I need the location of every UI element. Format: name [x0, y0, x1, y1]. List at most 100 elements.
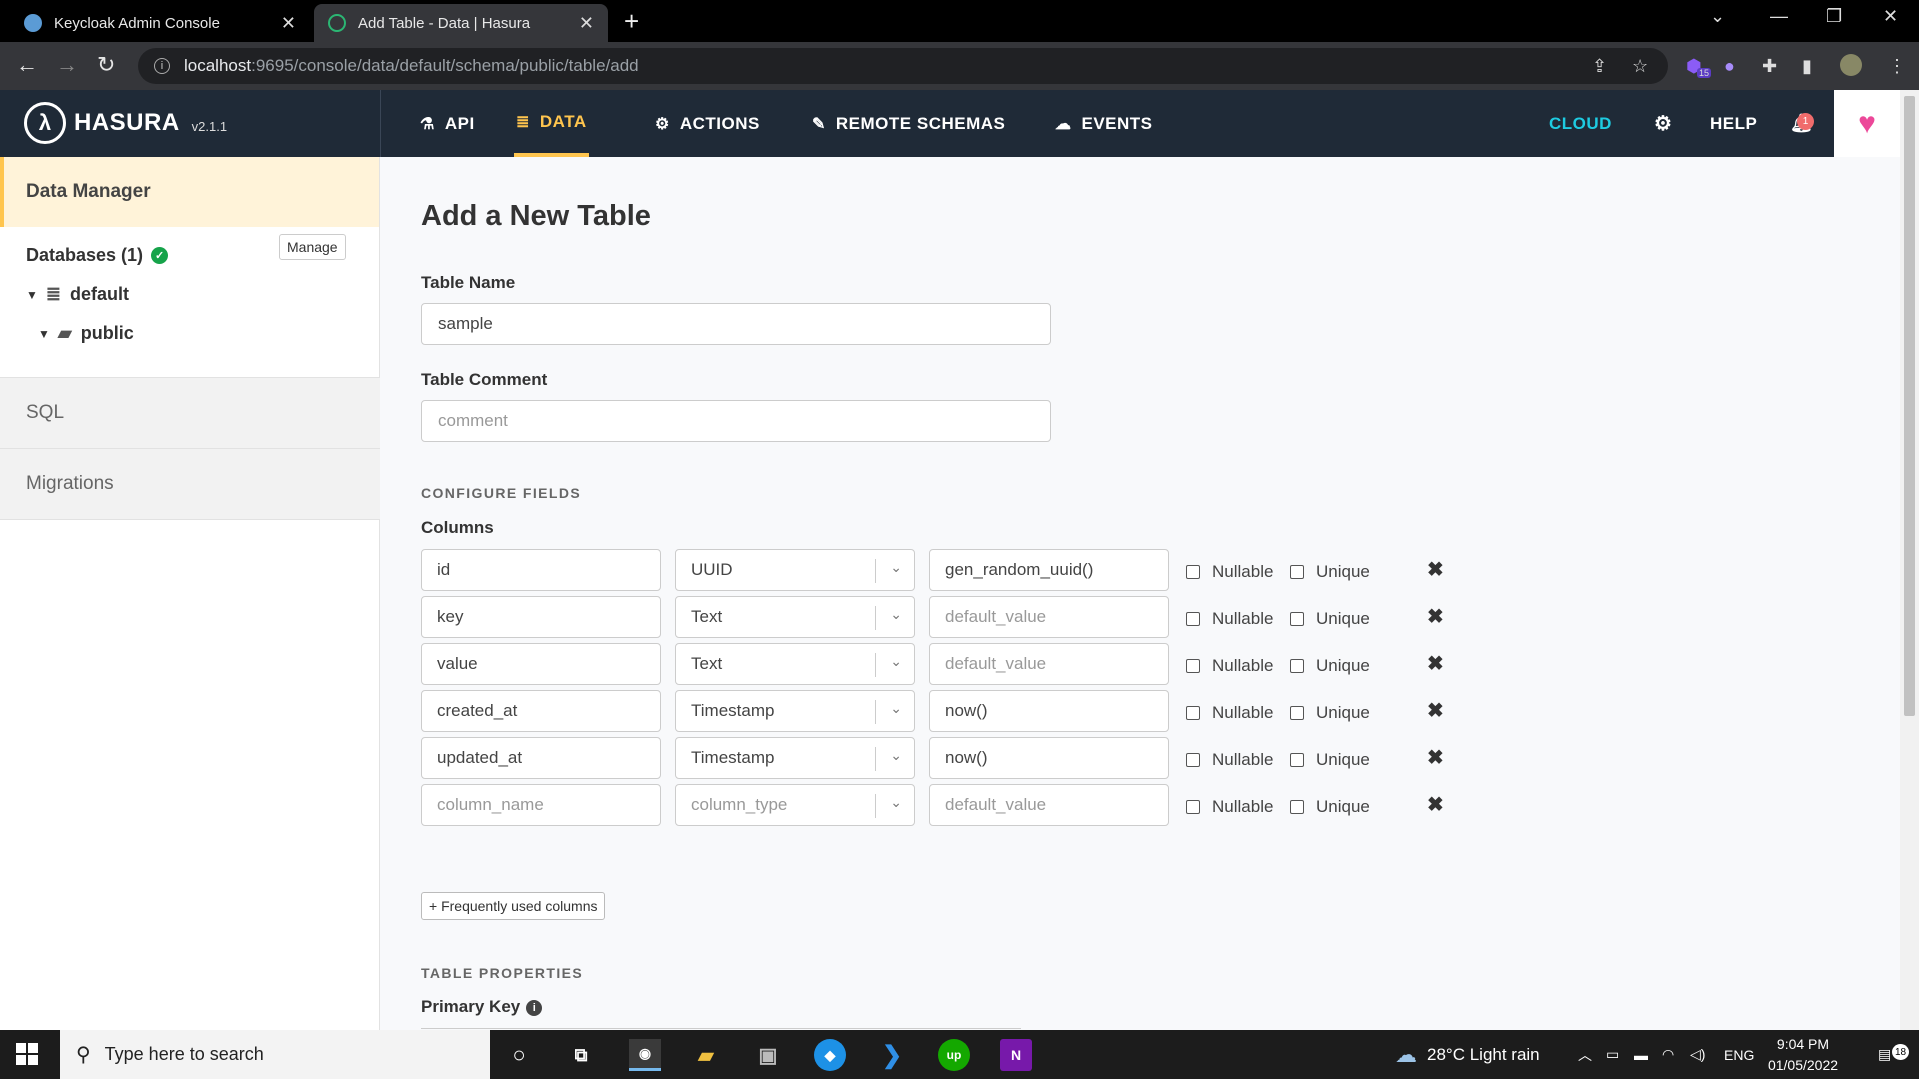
- unique-checkbox[interactable]: Unique: [1290, 656, 1370, 676]
- share-icon[interactable]: ⇪: [1592, 56, 1607, 77]
- browser-tab-keycloak[interactable]: Keycloak Admin Console ✕: [10, 4, 310, 42]
- chrome-app-icon[interactable]: ◉: [629, 1039, 661, 1071]
- column-type-select[interactable]: Text ⌄: [675, 643, 915, 685]
- bookmark-star-icon[interactable]: ☆: [1632, 56, 1648, 77]
- column-default-input[interactable]: now(): [929, 690, 1169, 732]
- weather-widget[interactable]: ☁ 28°C Light rain: [1395, 1030, 1540, 1079]
- checkbox-box[interactable]: [1186, 706, 1200, 720]
- cortana-icon[interactable]: ○: [503, 1039, 535, 1071]
- extension-icon[interactable]: ●: [1724, 56, 1735, 77]
- windows-start-icon[interactable]: [16, 1043, 38, 1065]
- scrollbar-thumb[interactable]: [1904, 96, 1915, 716]
- column-type-select[interactable]: column_type ⌄: [675, 784, 915, 826]
- nav-remote-schemas[interactable]: ✎ REMOTE SCHEMAS: [812, 90, 1005, 157]
- column-name-input[interactable]: created_at: [421, 690, 661, 732]
- language-indicator[interactable]: ENG: [1724, 1030, 1754, 1079]
- sidebar-icon[interactable]: ▮: [1802, 56, 1812, 77]
- heart-icon[interactable]: ♥: [1834, 90, 1900, 157]
- chevron-down-icon[interactable]: ⌄: [890, 794, 902, 811]
- chevron-down-icon[interactable]: ⌄: [890, 700, 902, 717]
- new-tab-icon[interactable]: +: [624, 6, 639, 37]
- column-type-select[interactable]: Timestamp ⌄: [675, 737, 915, 779]
- nullable-checkbox[interactable]: Nullable: [1186, 656, 1273, 676]
- nullable-checkbox[interactable]: Nullable: [1186, 703, 1273, 723]
- tree-item-public[interactable]: ▼ ▰ public: [38, 323, 134, 344]
- nav-data[interactable]: ≣ DATA: [514, 90, 589, 157]
- volume-icon[interactable]: ◁): [1690, 1030, 1705, 1079]
- tree-item-default[interactable]: ▼ ≣ default: [26, 284, 129, 305]
- nullable-checkbox[interactable]: Nullable: [1186, 750, 1273, 770]
- page-scrollbar[interactable]: [1900, 90, 1919, 1030]
- column-name-input[interactable]: updated_at: [421, 737, 661, 779]
- nullable-checkbox[interactable]: Nullable: [1186, 562, 1273, 582]
- chevron-down-icon[interactable]: ⌄: [890, 559, 902, 576]
- menu-kebab-icon[interactable]: ⋮: [1888, 56, 1906, 77]
- sidebar-item-sql[interactable]: SQL: [0, 378, 380, 448]
- column-default-input[interactable]: default_value: [929, 784, 1169, 826]
- reload-icon[interactable]: ↻: [97, 52, 115, 78]
- checkbox-box[interactable]: [1290, 565, 1304, 579]
- onenote-icon[interactable]: N: [1000, 1039, 1032, 1071]
- table-comment-input[interactable]: comment: [421, 400, 1051, 442]
- remove-column-icon[interactable]: ✖: [1427, 745, 1444, 770]
- checkbox-box[interactable]: [1186, 800, 1200, 814]
- site-info-icon[interactable]: i: [154, 58, 170, 74]
- address-bar[interactable]: i localhost :9695/console/data/default/s…: [138, 48, 1668, 84]
- checkbox-box[interactable]: [1290, 706, 1304, 720]
- unique-checkbox[interactable]: Unique: [1290, 797, 1370, 817]
- restore-icon[interactable]: ❐: [1826, 6, 1842, 27]
- nav-events[interactable]: ☁ EVENTS: [1055, 90, 1153, 157]
- back-icon[interactable]: ←: [16, 52, 38, 78]
- column-type-select[interactable]: Text ⌄: [675, 596, 915, 638]
- wifi-icon[interactable]: ◠: [1662, 1030, 1674, 1079]
- manage-button[interactable]: Manage: [279, 234, 346, 260]
- close-window-icon[interactable]: ✕: [1883, 6, 1898, 27]
- hasura-logo[interactable]: λ HASURA v2.1.1: [24, 102, 227, 144]
- unique-checkbox[interactable]: Unique: [1290, 750, 1370, 770]
- remove-column-icon[interactable]: ✖: [1427, 604, 1444, 629]
- frequently-used-columns-button[interactable]: + Frequently used columns: [421, 892, 606, 920]
- checkbox-box[interactable]: [1290, 659, 1304, 673]
- chevron-down-icon[interactable]: ▼: [26, 288, 38, 302]
- nullable-checkbox[interactable]: Nullable: [1186, 609, 1273, 629]
- unique-checkbox[interactable]: Unique: [1290, 562, 1370, 582]
- sidebar-title[interactable]: Data Manager: [0, 157, 379, 227]
- chevron-up-icon[interactable]: ︿: [1578, 1030, 1592, 1079]
- taskbar-clock[interactable]: 9:04 PM 01/05/2022: [1758, 1034, 1848, 1076]
- nav-api[interactable]: ⚗ API: [420, 90, 475, 157]
- remove-column-icon[interactable]: ✖: [1427, 698, 1444, 723]
- nullable-checkbox[interactable]: Nullable: [1186, 797, 1273, 817]
- settings-gear-icon[interactable]: ⚙: [1654, 90, 1672, 157]
- column-default-input[interactable]: default_value: [929, 596, 1169, 638]
- checkbox-box[interactable]: [1186, 659, 1200, 673]
- battery-icon[interactable]: ▬: [1634, 1030, 1648, 1079]
- chevron-down-icon[interactable]: ⌄: [890, 653, 902, 670]
- chevron-down-icon[interactable]: ▼: [38, 327, 50, 341]
- file-explorer-icon[interactable]: ▰: [690, 1039, 722, 1071]
- checkbox-box[interactable]: [1290, 612, 1304, 626]
- unique-checkbox[interactable]: Unique: [1290, 609, 1370, 629]
- sidebar-item-migrations[interactable]: Migrations: [0, 449, 380, 519]
- profile-avatar[interactable]: [1840, 54, 1862, 76]
- chevron-down-icon[interactable]: ⌄: [890, 606, 902, 623]
- column-type-select[interactable]: Timestamp ⌄: [675, 690, 915, 732]
- meet-icon[interactable]: ▭: [1606, 1030, 1619, 1079]
- taskbar-search-input[interactable]: ⚲ Type here to search: [60, 1030, 490, 1079]
- checkbox-box[interactable]: [1290, 753, 1304, 767]
- remove-column-icon[interactable]: ✖: [1427, 792, 1444, 817]
- close-tab-icon[interactable]: ✕: [579, 13, 594, 34]
- checkbox-box[interactable]: [1186, 565, 1200, 579]
- column-type-select[interactable]: UUID ⌄: [675, 549, 915, 591]
- nav-actions[interactable]: ⚙ ACTIONS: [655, 90, 760, 157]
- column-default-input[interactable]: gen_random_uuid(): [929, 549, 1169, 591]
- tab-search-icon[interactable]: ⌄: [1710, 6, 1725, 27]
- info-icon[interactable]: i: [526, 1000, 543, 1016]
- app-icon[interactable]: ▣: [752, 1039, 784, 1071]
- notification-center-icon[interactable]: ▤: [1878, 1030, 1891, 1079]
- help-link[interactable]: HELP: [1710, 90, 1757, 157]
- puzzle-icon[interactable]: ✚: [1762, 56, 1777, 77]
- column-name-input[interactable]: key: [421, 596, 661, 638]
- checkbox-box[interactable]: [1186, 753, 1200, 767]
- checkbox-box[interactable]: [1186, 612, 1200, 626]
- column-default-input[interactable]: default_value: [929, 643, 1169, 685]
